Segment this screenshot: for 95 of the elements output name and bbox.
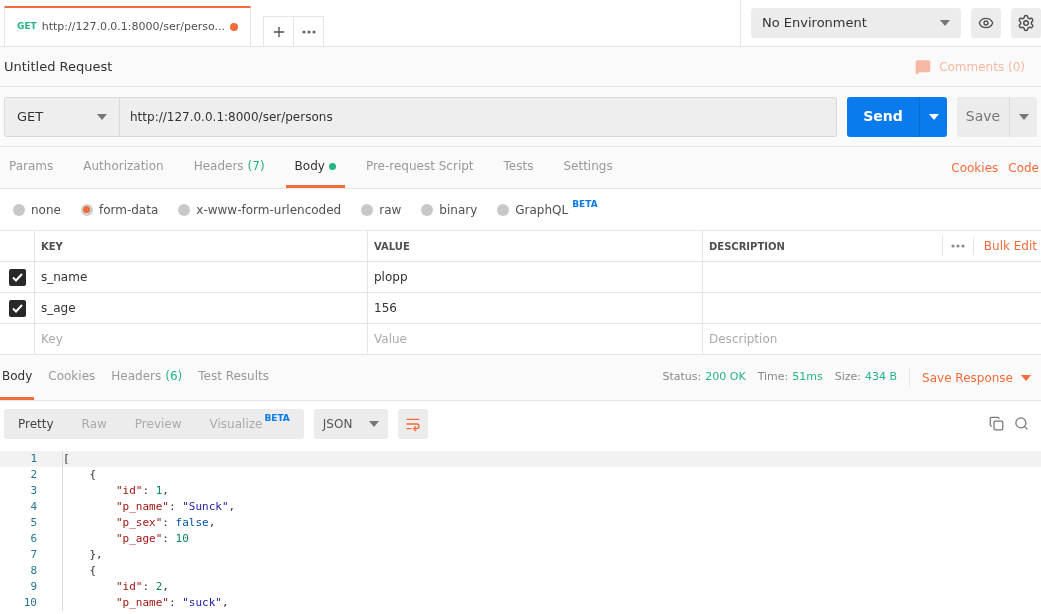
key-field[interactable]: Key [35, 324, 368, 354]
request-tab-item[interactable]: Body [285, 147, 345, 188]
line-number: 8 [29, 562, 37, 579]
check-icon [11, 272, 23, 282]
radio-button[interactable] [13, 203, 25, 216]
radio-button[interactable] [421, 203, 434, 216]
request-title: Untitled Request [4, 57, 113, 76]
radio-button[interactable] [361, 203, 374, 216]
code-line: { [88, 562, 97, 579]
view-mode-tab[interactable]: Raw [67, 408, 121, 439]
line-number: 2 [29, 466, 37, 483]
radio-label: GraphQL [515, 201, 569, 219]
radio-label: none [31, 201, 61, 219]
caret-icon [1018, 113, 1029, 120]
line-number: 4 [29, 498, 37, 515]
request-tab-item[interactable]: Pre-request Script [356, 147, 483, 188]
radio-label: binary [439, 201, 478, 219]
meta-label: Status: [662, 369, 702, 386]
comments-link[interactable]: Comments (0) [939, 57, 1025, 76]
line-number: 3 [29, 482, 37, 499]
line-number: 7 [29, 546, 37, 563]
code-line: "p_age": 10 [114, 530, 189, 547]
table-cell-text: plopp [374, 269, 408, 286]
search-icon[interactable] [1014, 416, 1029, 431]
meta-label: Time: [757, 369, 789, 386]
code-line: "id": 2, [114, 578, 169, 595]
radio-label: raw [379, 201, 402, 219]
format-dropdown[interactable]: JSON [313, 408, 388, 439]
check-icon [11, 303, 23, 313]
view-mode-tab[interactable]: Pretty [4, 408, 68, 439]
value-field[interactable]: Value [368, 324, 703, 354]
environment-dropdown[interactable]: No Environment [751, 7, 961, 38]
caret-icon [368, 420, 379, 427]
code-line: }, [88, 546, 103, 563]
response-tab[interactable]: Headers (6) [109, 355, 185, 400]
line-number: 1 [29, 451, 37, 467]
meta-value: 200 OK [705, 369, 746, 386]
column-header: VALUE [374, 239, 410, 254]
code-line: "p_name": "Sunck", [114, 498, 236, 515]
eye-button[interactable] [971, 7, 1001, 38]
method-label: GET [17, 20, 37, 34]
code-line: "p_sex": false, [114, 514, 216, 531]
line-number: 6 [29, 530, 37, 547]
settings-button[interactable] [1011, 7, 1041, 38]
view-mode-tab[interactable]: Preview [120, 408, 196, 439]
code-line: { [88, 466, 97, 483]
column-header: DESCRIPTION [709, 239, 785, 254]
radio-label: form-data [98, 201, 159, 219]
request-tab-item[interactable]: Tests [494, 147, 543, 188]
code-line: "p_name": "suck", [114, 594, 229, 611]
meta-value: 434 B [865, 369, 898, 386]
description-field[interactable]: Description [703, 324, 1041, 354]
caret-icon [928, 113, 939, 120]
radio-label: x-www-form-urlencoded [196, 201, 342, 219]
response-tab[interactable]: Test Results [196, 355, 271, 400]
response-tab[interactable]: Body [0, 355, 35, 400]
wrap-button[interactable] [397, 408, 428, 439]
table-cell-text: s_age [41, 300, 76, 317]
save-response-button[interactable]: Save Response [922, 368, 1041, 387]
header-link[interactable]: Cookies [951, 158, 999, 177]
header-link[interactable]: Code [1008, 158, 1039, 177]
radio-button[interactable] [497, 203, 510, 216]
more-icon [301, 29, 316, 34]
line-number: 5 [29, 514, 37, 531]
request-tab-item[interactable]: Params [0, 147, 63, 188]
response-tab[interactable]: Cookies [46, 355, 98, 400]
radio-button[interactable] [178, 203, 191, 216]
meta-value: 51ms [792, 369, 823, 386]
line-number: 9 [29, 578, 37, 595]
line-number: 10 [22, 594, 37, 611]
code-line: [ [63, 451, 70, 467]
column-header: KEY [41, 239, 63, 254]
copy-icon[interactable] [989, 416, 1004, 431]
comment-icon [915, 58, 932, 75]
bulk-edit-link[interactable]: Bulk Edit [972, 237, 1041, 255]
method-dropdown[interactable]: GET [4, 96, 120, 137]
code-line: "id": 1, [114, 482, 169, 499]
settings-icon [1017, 13, 1035, 32]
beta-label: BETA [572, 197, 598, 211]
request-tab[interactable]: GET http://127.0.0.1:8000/ser/perso... [4, 6, 252, 46]
radio-button[interactable] [80, 203, 93, 216]
checkbox[interactable] [8, 299, 26, 317]
table-cell-text: s_name [41, 269, 88, 286]
meta-label: Size: [834, 369, 862, 386]
more-icon[interactable] [950, 244, 965, 248]
table-cell-text: 156 [374, 300, 397, 317]
caret-icon [97, 113, 107, 120]
caret-icon [1021, 374, 1031, 381]
tab-title: http://127.0.0.1:8000/ser/perso... [41, 18, 226, 35]
caret-icon [940, 19, 950, 26]
url-field[interactable]: http://127.0.0.1:8000/ser/persons [120, 96, 837, 137]
request-tab-item[interactable]: Settings [554, 147, 622, 188]
checkbox[interactable] [8, 268, 26, 286]
request-tab-item[interactable]: Headers (7) [184, 147, 274, 188]
request-tab-item[interactable]: Authorization [74, 147, 173, 188]
